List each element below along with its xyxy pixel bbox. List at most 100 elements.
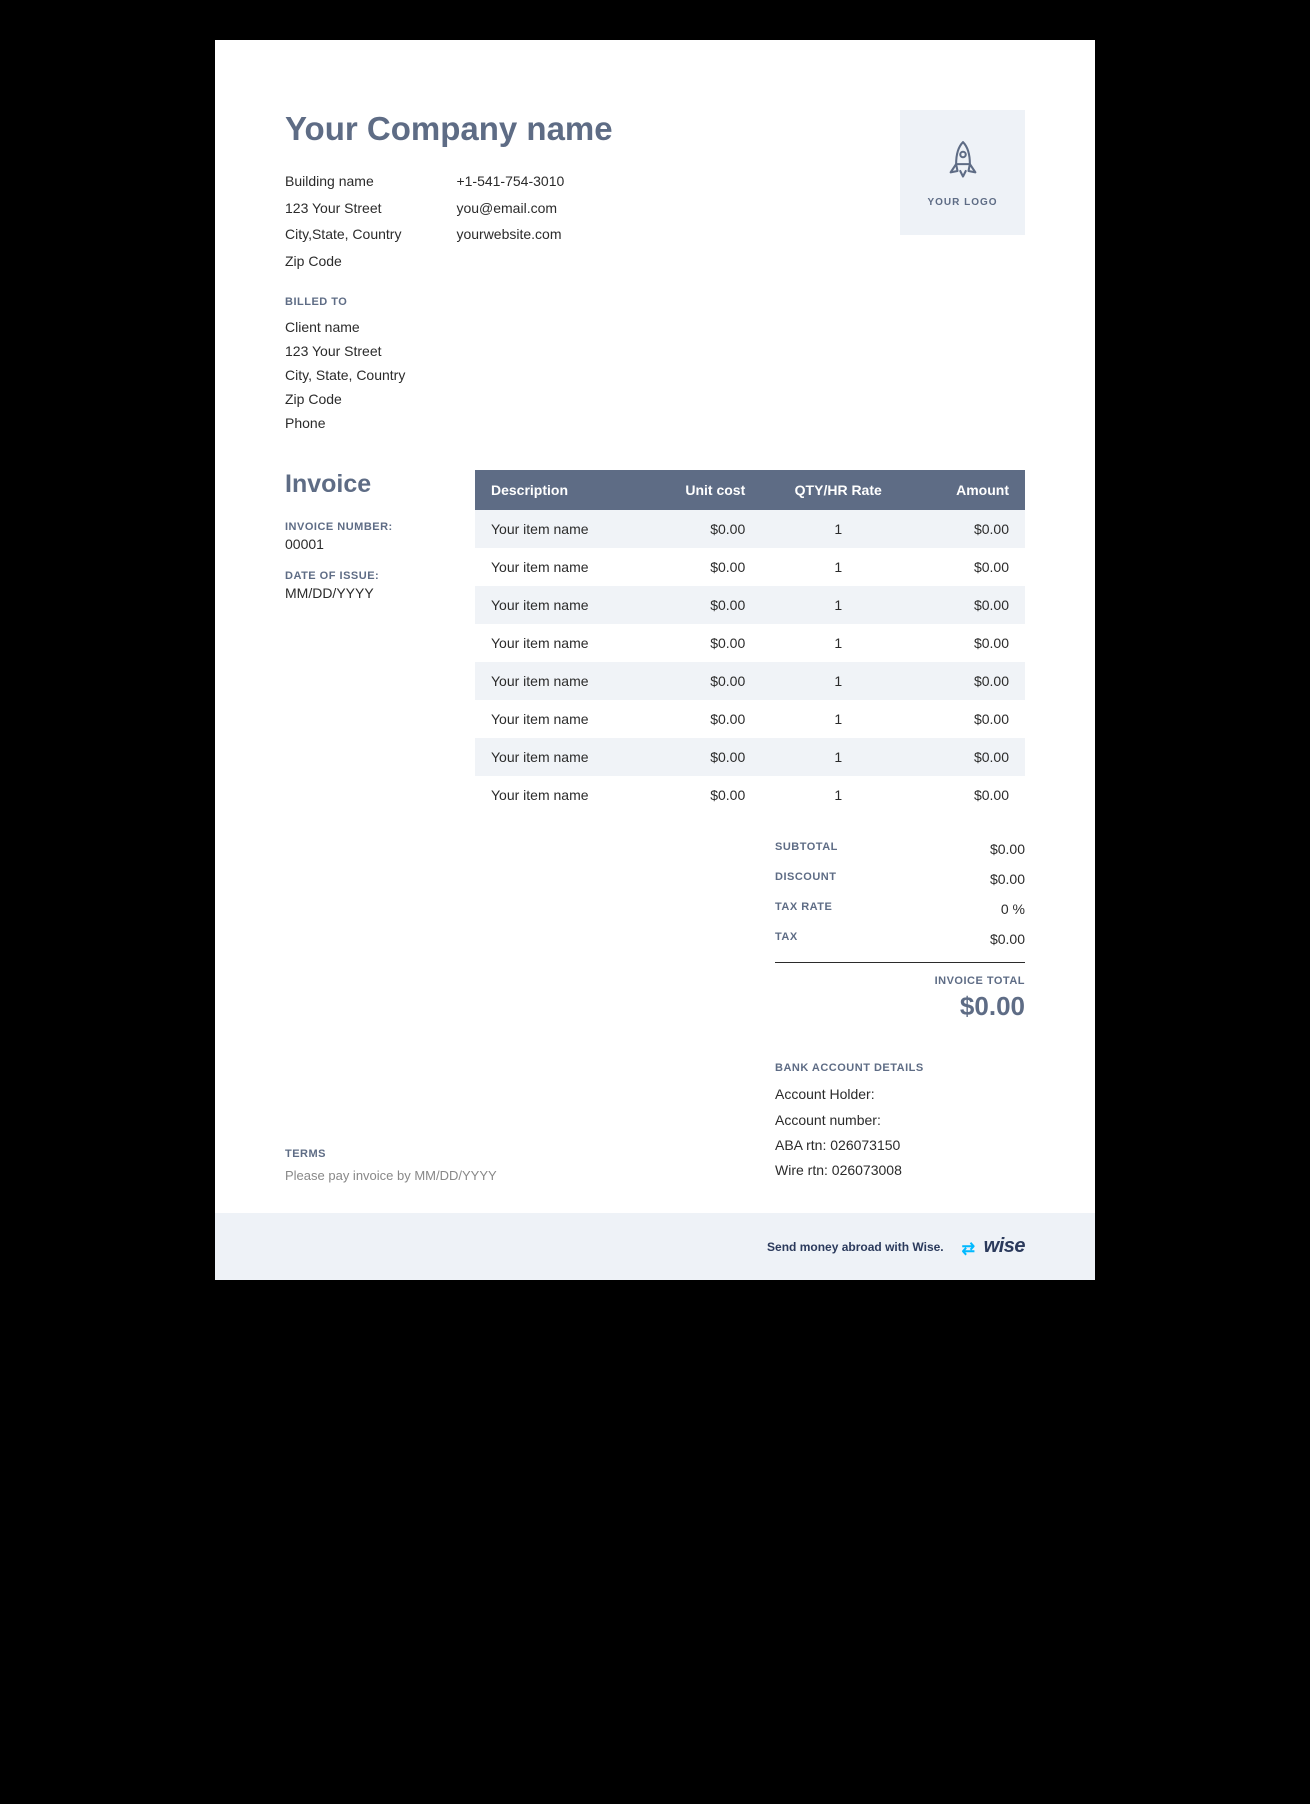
terms-text: Please pay invoice by MM/DD/YYYY [285, 1168, 497, 1183]
line-items-area: Description Unit cost QTY/HR Rate Amount… [475, 470, 1025, 1022]
cell-amount: $0.00 [915, 624, 1025, 662]
discount-value: $0.00 [990, 871, 1025, 887]
bank-line: ABA rtn: 026073150 [775, 1133, 1025, 1158]
wise-wordmark: wise [984, 1235, 1025, 1258]
cell-amount: $0.00 [915, 700, 1025, 738]
taxrate-row: TAX RATE 0 % [775, 894, 1025, 924]
cell-qty: 1 [761, 700, 915, 738]
cell-unit-cost: $0.00 [642, 510, 761, 548]
table-row: Your item name$0.001$0.00 [475, 548, 1025, 586]
cell-amount: $0.00 [915, 662, 1025, 700]
invoice-date: MM/DD/YYYY [285, 585, 445, 601]
invoice-number-label: INVOICE NUMBER: [285, 521, 445, 533]
bank-details-block: BANK ACCOUNT DETAILS Account Holder: Acc… [775, 1062, 1025, 1183]
logo-caption: YOUR LOGO [927, 197, 997, 208]
contact-website: yourwebsite.com [456, 221, 564, 248]
billto-line: Client name [285, 316, 1025, 340]
cell-amount: $0.00 [915, 510, 1025, 548]
cell-unit-cost: $0.00 [642, 624, 761, 662]
table-row: Your item name$0.001$0.00 [475, 586, 1025, 624]
bank-line: Account number: [775, 1108, 1025, 1133]
cell-description: Your item name [475, 548, 642, 586]
cell-qty: 1 [761, 624, 915, 662]
cell-description: Your item name [475, 700, 642, 738]
logo-placeholder: YOUR LOGO [900, 110, 1025, 235]
billto-line: City, State, Country [285, 364, 1025, 388]
invoice-page: Your Company name Building name 123 Your… [215, 40, 1095, 1280]
billto-line: Phone [285, 412, 1025, 436]
terms-block: TERMS Please pay invoice by MM/DD/YYYY [285, 1148, 497, 1183]
address-line: Building name [285, 168, 401, 195]
invoice-total-label: INVOICE TOTAL [775, 975, 1025, 987]
table-row: Your item name$0.001$0.00 [475, 510, 1025, 548]
bank-label: BANK ACCOUNT DETAILS [775, 1062, 1025, 1074]
table-header-row: Description Unit cost QTY/HR Rate Amount [475, 470, 1025, 510]
tax-label: TAX [775, 931, 798, 947]
discount-row: DISCOUNT $0.00 [775, 864, 1025, 894]
company-name: Your Company name [285, 110, 613, 148]
cell-amount: $0.00 [915, 776, 1025, 814]
cell-description: Your item name [475, 586, 642, 624]
cell-amount: $0.00 [915, 586, 1025, 624]
footer: Send money abroad with Wise. wise [215, 1213, 1095, 1280]
invoice-meta: Invoice INVOICE NUMBER: 00001 DATE OF IS… [285, 470, 445, 1022]
invoice-heading: Invoice [285, 470, 445, 499]
subtotal-row: SUBTOTAL $0.00 [775, 834, 1025, 864]
bank-line: Account Holder: [775, 1082, 1025, 1107]
line-items-table: Description Unit cost QTY/HR Rate Amount… [475, 470, 1025, 814]
billto-line: 123 Your Street [285, 340, 1025, 364]
taxrate-value: 0 % [1001, 901, 1025, 917]
tax-row: TAX $0.00 [775, 924, 1025, 954]
company-address: Building name 123 Your Street City,State… [285, 168, 401, 274]
cell-description: Your item name [475, 776, 642, 814]
cell-qty: 1 [761, 510, 915, 548]
cell-unit-cost: $0.00 [642, 662, 761, 700]
terms-label: TERMS [285, 1148, 497, 1160]
subtotal-label: SUBTOTAL [775, 841, 838, 857]
cell-unit-cost: $0.00 [642, 700, 761, 738]
cell-description: Your item name [475, 738, 642, 776]
contact-email: you@email.com [456, 195, 564, 222]
table-row: Your item name$0.001$0.00 [475, 738, 1025, 776]
billto-line: Zip Code [285, 388, 1025, 412]
address-line: 123 Your Street [285, 195, 401, 222]
footer-text: Send money abroad with Wise. [767, 1240, 944, 1254]
cell-description: Your item name [475, 662, 642, 700]
cell-unit-cost: $0.00 [642, 548, 761, 586]
billed-to-block: BILLED TO Client name 123 Your Street Ci… [285, 296, 1025, 435]
bank-lines: Account Holder: Account number: ABA rtn:… [775, 1082, 1025, 1183]
cell-qty: 1 [761, 548, 915, 586]
table-row: Your item name$0.001$0.00 [475, 700, 1025, 738]
cell-qty: 1 [761, 586, 915, 624]
taxrate-label: TAX RATE [775, 901, 832, 917]
cell-qty: 1 [761, 738, 915, 776]
cell-amount: $0.00 [915, 738, 1025, 776]
billed-to-label: BILLED TO [285, 296, 1025, 308]
col-description: Description [475, 470, 642, 510]
table-row: Your item name$0.001$0.00 [475, 662, 1025, 700]
main: Invoice INVOICE NUMBER: 00001 DATE OF IS… [285, 470, 1025, 1022]
bottom-row: TERMS Please pay invoice by MM/DD/YYYY B… [285, 1062, 1025, 1213]
cell-amount: $0.00 [915, 548, 1025, 586]
address-line: Zip Code [285, 248, 401, 275]
billed-to-lines: Client name 123 Your Street City, State,… [285, 316, 1025, 435]
rocket-icon [941, 138, 985, 187]
cell-description: Your item name [475, 510, 642, 548]
cell-description: Your item name [475, 624, 642, 662]
company-columns: Building name 123 Your Street City,State… [285, 168, 613, 274]
contact-phone: +1-541-754-3010 [456, 168, 564, 195]
subtotal-value: $0.00 [990, 841, 1025, 857]
discount-label: DISCOUNT [775, 871, 836, 887]
col-unit-cost: Unit cost [642, 470, 761, 510]
col-qty: QTY/HR Rate [761, 470, 915, 510]
table-row: Your item name$0.001$0.00 [475, 624, 1025, 662]
totals-block: SUBTOTAL $0.00 DISCOUNT $0.00 TAX RATE 0… [775, 834, 1025, 1022]
company-contact: +1-541-754-3010 you@email.com yourwebsit… [456, 168, 564, 274]
col-amount: Amount [915, 470, 1025, 510]
cell-qty: 1 [761, 776, 915, 814]
company-block: Your Company name Building name 123 Your… [285, 110, 613, 274]
wise-logo: wise [962, 1235, 1025, 1258]
invoice-number: 00001 [285, 536, 445, 552]
cell-unit-cost: $0.00 [642, 738, 761, 776]
cell-unit-cost: $0.00 [642, 776, 761, 814]
